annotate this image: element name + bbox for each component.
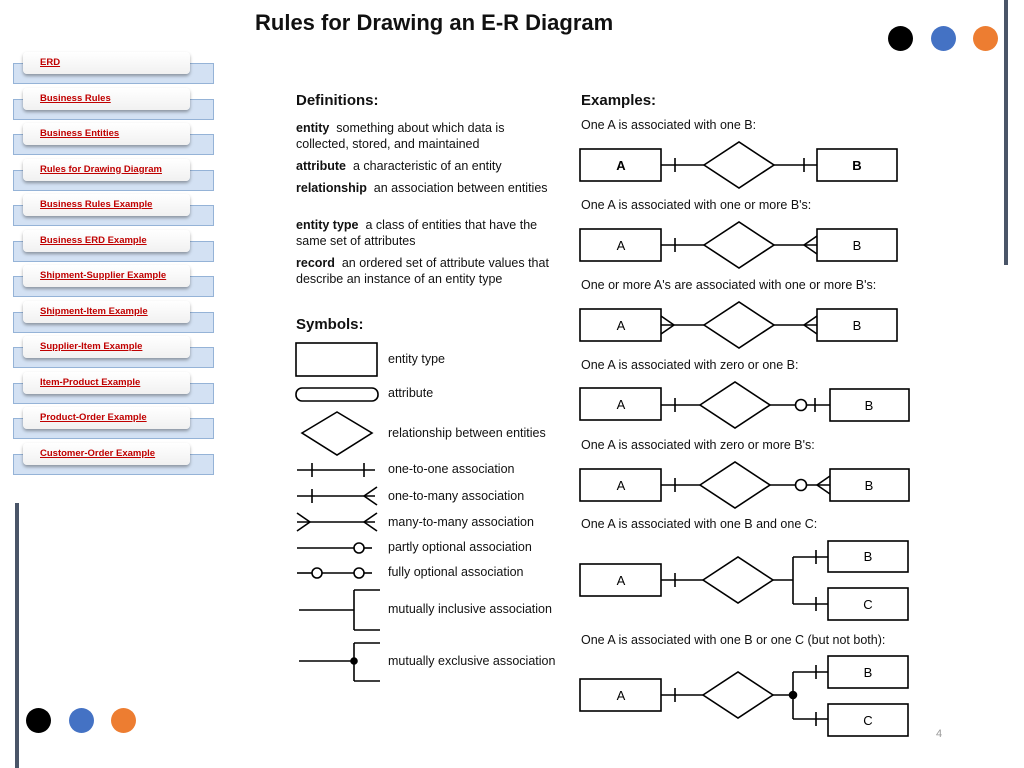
page-number: 4 <box>936 728 943 740</box>
entity-a-label: A <box>617 573 626 588</box>
relationship-diamond-icon <box>698 461 772 509</box>
mutually-exclusive-bracket-icon <box>299 642 380 682</box>
entity-b-label: B <box>852 158 861 173</box>
partly-optional-line-icon <box>297 542 372 554</box>
entity-c-label: C <box>863 713 872 728</box>
one-to-one-line-icon <box>297 463 375 477</box>
entity-b-label: B <box>864 549 873 564</box>
example-zero-or-one: A B <box>579 381 910 429</box>
entity-a-label: A <box>616 158 626 173</box>
example-one-to-many: A B <box>579 221 898 269</box>
example-mutually-exclusive: A B C <box>579 655 909 737</box>
fully-optional-line-icon <box>297 567 372 579</box>
example-one-to-one: A B <box>579 141 898 189</box>
entity-a-label: A <box>617 318 626 333</box>
example-many-to-many: A B <box>579 301 898 349</box>
entity-c-label: C <box>863 597 872 612</box>
entity-b-label: B <box>865 398 874 413</box>
er-diagram-drawings: A B A B A B A B A B A B C A B C <box>295 141 910 737</box>
example-zero-or-more: A B <box>579 461 910 509</box>
entity-b-label: B <box>853 318 862 333</box>
relationship-diamond-icon <box>702 141 776 189</box>
many-to-many-line-icon <box>296 512 378 532</box>
relationship-diamond-icon <box>698 381 772 429</box>
relationship-diamond-icon <box>701 671 775 719</box>
entity-type-rectangle-icon <box>295 342 378 377</box>
relationship-diamond-icon <box>702 301 776 349</box>
entity-b-label: B <box>853 238 862 253</box>
relationship-diamond-icon <box>300 411 374 456</box>
attribute-rounded-rectangle-icon <box>295 387 379 402</box>
entity-b-label: B <box>864 665 873 680</box>
one-to-many-line-icon <box>297 486 378 506</box>
entity-b-label: B <box>865 478 874 493</box>
example-mutually-inclusive: A B C <box>579 540 909 621</box>
entity-a-label: A <box>617 397 626 412</box>
relationship-diamond-icon <box>701 556 775 604</box>
entity-a-label: A <box>617 238 626 253</box>
mutually-inclusive-bracket-icon <box>299 589 380 631</box>
entity-a-label: A <box>617 688 626 703</box>
entity-a-label: A <box>617 478 626 493</box>
relationship-diamond-icon <box>702 221 776 269</box>
